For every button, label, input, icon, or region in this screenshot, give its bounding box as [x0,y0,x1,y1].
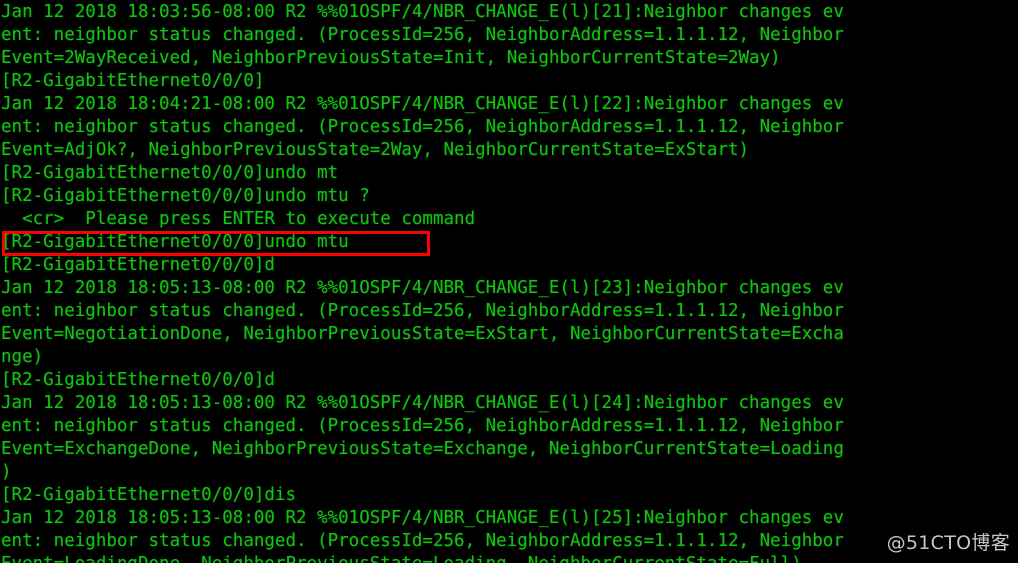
terminal-line: [R2-GigabitEthernet0/0/0]undo mtu ? [1,186,370,206]
terminal-line: Event=LoadingDone, NeighborPreviousState… [1,553,1017,563]
terminal-line: Event=ExchangeDone, NeighborPreviousStat… [1,439,844,459]
watermark-label: @51CTO博客 [886,532,1010,554]
terminal-line: ent: neighbor status changed. (ProcessId… [1,301,844,321]
terminal-line: [R2-GigabitEthernet0/0/0]dis [1,485,297,505]
terminal-output: Jan 12 2018 18:03:56-08:00 R2 %%01OSPF/4… [1,1,1017,563]
terminal-line: [R2-GigabitEthernet0/0/0]d [1,255,275,275]
terminal-line: Jan 12 2018 18:04:21-08:00 R2 %%01OSPF/4… [1,94,844,114]
terminal-line: Event=NegotiationDone, NeighborPreviousS… [1,324,844,344]
terminal-line: Event=2WayReceived, NeighborPreviousStat… [1,48,781,68]
terminal-line: Event=AdjOk?, NeighborPreviousState=2Way… [1,140,750,160]
terminal-line: ) [1,462,12,482]
terminal-line: nge) [1,347,44,367]
terminal-line: ent: neighbor status changed. (ProcessId… [1,25,844,45]
terminal-line: [R2-GigabitEthernet0/0/0]undo mt [1,163,339,183]
terminal-line: [R2-GigabitEthernet0/0/0]d [1,370,275,390]
terminal-line: [R2-GigabitEthernet0/0/0]undo mtu [1,232,349,252]
terminal-window[interactable]: Jan 12 2018 18:03:56-08:00 R2 %%01OSPF/4… [0,0,1018,563]
terminal-line: Jan 12 2018 18:03:56-08:00 R2 %%01OSPF/4… [1,2,844,22]
terminal-line: Jan 12 2018 18:05:13-08:00 R2 %%01OSPF/4… [1,393,844,413]
terminal-line: ent: neighbor status changed. (ProcessId… [1,416,844,436]
terminal-line: Jan 12 2018 18:05:13-08:00 R2 %%01OSPF/4… [1,508,844,528]
terminal-line: [R2-GigabitEthernet0/0/0] [1,71,265,91]
terminal-line: ent: neighbor status changed. (ProcessId… [1,531,844,551]
terminal-line: ent: neighbor status changed. (ProcessId… [1,117,844,137]
terminal-line: <cr> Please press ENTER to execute comma… [1,209,476,229]
terminal-line: Jan 12 2018 18:05:13-08:00 R2 %%01OSPF/4… [1,278,844,298]
